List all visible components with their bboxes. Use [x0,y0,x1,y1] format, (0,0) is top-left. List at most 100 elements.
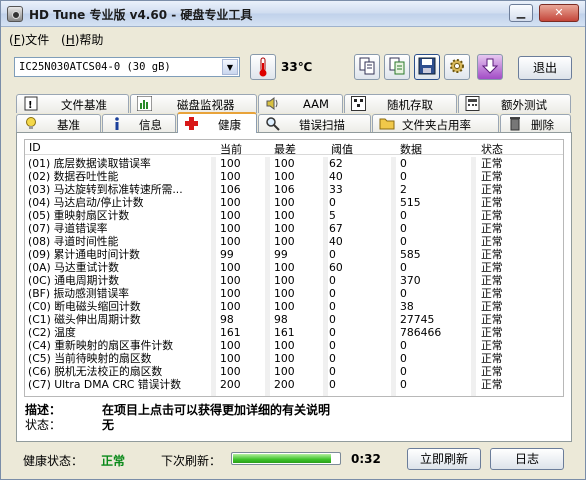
smart-threshold-cell: 0 [329,352,336,365]
file-benchmark-icon: ! [23,96,38,111]
description-text: 在项目上点击可以获得更加详细的有关说明 [102,403,331,417]
smart-threshold-cell: 0 [329,300,336,313]
refresh-countdown: 0:32 [351,452,381,466]
copy-all-button[interactable] [384,54,410,80]
table-row[interactable]: (C4) 重新映射的扇区事件计数 100 100 0 0 正常 [25,339,563,352]
chevron-down-icon[interactable]: ▼ [222,59,238,75]
header-worst[interactable]: 最差 [274,141,296,157]
table-row[interactable]: (04) 马达启动/停止计数 100 100 0 515 正常 [25,196,563,209]
smart-worst-cell: 106 [274,183,295,196]
table-row[interactable]: (09) 累计通电时间计数 99 99 0 585 正常 [25,248,563,261]
tab-erase[interactable]: 删除 [500,114,571,133]
header-current[interactable]: 当前 [220,141,242,157]
smart-worst-cell: 100 [274,261,295,274]
smart-current-cell: 100 [220,300,241,313]
table-row[interactable]: (01) 底层数据读取错误率 100 100 62 0 正常 [25,157,563,170]
exit-button[interactable]: 退出 [518,56,572,80]
smart-id-cell: (C1) 磁头伸出周期计数 [28,313,141,326]
smart-id-cell: (0A) 马达重试计数 [28,261,119,274]
smart-data-cell: 786466 [400,326,442,339]
tab-extra-tests[interactable]: 额外测试 [458,94,571,113]
smart-id-cell: (03) 马达旋转到标准转速所需... [28,183,183,196]
smart-data-cell: 0 [400,261,407,274]
smart-status-cell: 正常 [481,209,503,222]
table-row[interactable]: (C2) 温度 161 161 0 786466 正常 [25,326,563,339]
table-row[interactable]: (0C) 通电周期计数 100 100 0 370 正常 [25,274,563,287]
smart-data-cell: 0 [400,352,407,365]
table-row[interactable]: (03) 马达旋转到标准转速所需... 106 106 33 2 正常 [25,183,563,196]
list-header: ID 当前 最差 阈值 数据 状态 [25,140,563,157]
smart-current-cell: 100 [220,170,241,183]
smart-attribute-list[interactable]: ID 当前 最差 阈值 数据 状态 (01) 底层数据读取错误率 100 100 62… [24,139,564,397]
header-id[interactable]: ID [29,141,41,154]
table-row[interactable]: (BF) 振动感测错误率 100 100 0 0 正常 [25,287,563,300]
tab-label: 信息 [139,118,162,132]
smart-status-cell: 正常 [481,235,503,248]
speaker-icon [265,96,280,111]
tab-health[interactable]: 健康 [177,112,257,133]
save-button[interactable] [414,54,440,80]
smart-id-cell: (05) 重映射扇区计数 [28,209,130,222]
table-row[interactable]: (07) 寻道错误率 100 100 67 0 正常 [25,222,563,235]
refresh-now-button[interactable]: 立即刷新 [407,448,481,470]
smart-worst-cell: 100 [274,209,295,222]
smart-threshold-cell: 60 [329,261,343,274]
smart-id-cell: (09) 累计通电时间计数 [28,248,140,261]
tab-info[interactable]: 信息 [102,114,176,133]
tab-file-benchmark[interactable]: ! 文件基准 [16,94,129,113]
tab-folder-usage[interactable]: 文件夹占用率 [372,114,499,133]
smart-worst-cell: 98 [274,313,288,326]
smart-current-cell: 100 [220,222,241,235]
folder-icon [379,116,395,131]
header-data[interactable]: 数据 [400,141,422,157]
table-row[interactable]: (08) 寻道时间性能 100 100 40 0 正常 [25,235,563,248]
header-status[interactable]: 状态 [481,141,503,157]
smart-current-cell: 100 [220,209,241,222]
header-threshold[interactable]: 阈值 [331,141,353,157]
table-row[interactable]: (C7) Ultra DMA CRC 错误计数 200 200 0 0 正常 [25,378,563,391]
smart-current-cell: 106 [220,183,241,196]
table-row[interactable]: (C1) 磁头伸出周期计数 98 98 0 27745 正常 [25,313,563,326]
temperature-button[interactable] [250,54,276,80]
table-row[interactable]: (C6) 脱机无法校正的扇区数 100 100 0 0 正常 [25,365,563,378]
title-bar[interactable]: HD Tune 专业版 v4.60 - 硬盘专业工具 ▁ ✕ [1,1,585,27]
smart-status-cell: 正常 [481,313,503,326]
minimize-button[interactable]: ▁ [509,4,533,22]
smart-threshold-cell: 67 [329,222,343,235]
copy-all-icon [389,57,405,75]
smart-current-cell: 100 [220,352,241,365]
table-row[interactable]: (C5) 当前待映射的扇区数 100 100 0 0 正常 [25,352,563,365]
smart-threshold-cell: 40 [329,235,343,248]
table-row[interactable]: (C0) 断电磁头缩回计数 100 100 0 38 正常 [25,300,563,313]
download-button[interactable] [477,54,503,80]
log-button[interactable]: 日志 [490,448,564,470]
copy-text-button[interactable] [354,54,380,80]
tab-disk-monitor[interactable]: 磁盘监视器 [130,94,257,113]
table-row[interactable]: (0A) 马达重试计数 100 100 60 0 正常 [25,261,563,274]
tab-benchmark[interactable]: 基准 [16,114,101,133]
magnifier-icon [265,116,280,131]
smart-threshold-cell: 0 [329,196,336,209]
grid-icon [351,96,366,111]
health-panel: ID 当前 最差 阈值 数据 状态 (01) 底层数据读取错误率 100 100 62… [16,132,572,442]
drive-select[interactable]: IC25N030ATCS04-0 (30 gB) ▼ [14,57,240,77]
smart-worst-cell: 200 [274,378,295,391]
tab-error-scan[interactable]: 错误扫描 [258,114,371,133]
smart-status-cell: 正常 [481,222,503,235]
tab-random-access[interactable]: 随机存取 [344,94,457,113]
tab-label: 删除 [531,118,554,132]
smart-threshold-cell: 0 [329,378,336,391]
table-row[interactable]: (02) 数据吞吐性能 100 100 40 0 正常 [25,170,563,183]
smart-current-cell: 100 [220,365,241,378]
menu-file[interactable]: (F)文件 [9,31,49,48]
smart-id-cell: (07) 寻道错误率 [28,222,108,235]
smart-status-cell: 正常 [481,248,503,261]
close-button[interactable]: ✕ [539,4,579,22]
smart-worst-cell: 100 [274,365,295,378]
list-rows: (01) 底层数据读取错误率 100 100 62 0 正常 (02) 数据吞吐性能 100 1… [25,157,563,391]
menu-help[interactable]: (H)帮助 [61,31,103,48]
tab-aam[interactable]: AAM [258,94,343,113]
table-row[interactable]: (05) 重映射扇区计数 100 100 5 0 正常 [25,209,563,222]
options-button[interactable] [444,54,470,80]
smart-data-cell: 370 [400,274,421,287]
